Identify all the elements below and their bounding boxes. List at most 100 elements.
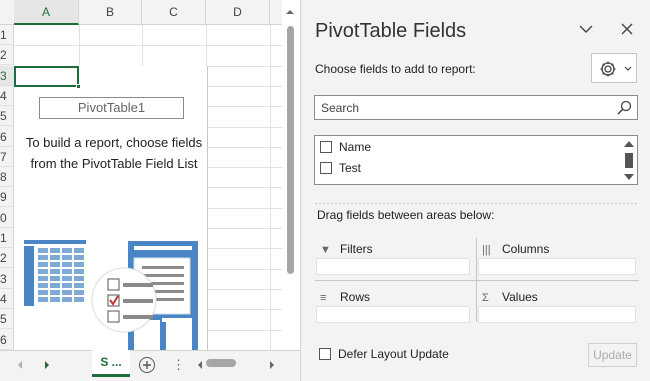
illustration-cell (38, 262, 48, 267)
illustration-cell (74, 283, 84, 288)
row-header[interactable]: 5 (0, 309, 14, 330)
row-header[interactable]: 4 (0, 289, 14, 309)
row-header[interactable]: 3 (0, 65, 14, 86)
row-header[interactable]: 8 (0, 167, 14, 188)
row-header[interactable]: 0 (0, 208, 14, 228)
defer-layout-checkbox[interactable] (319, 347, 331, 360)
tab-options-icon[interactable]: ⋮ (172, 357, 185, 373)
row-header[interactable]: 9 (0, 187, 14, 208)
search-field[interactable]: Search (314, 95, 638, 120)
illustration-cell (50, 262, 60, 267)
row-header[interactable]: 1 (0, 228, 14, 248)
horizontal-scroll-thumb[interactable] (206, 359, 236, 367)
column-header-a[interactable]: A (14, 0, 79, 25)
sheet-tab-bar: ⋮ (0, 350, 300, 381)
field-item-name[interactable]: Name (320, 137, 371, 157)
illustration-cell (62, 283, 72, 288)
rows-drop-zone[interactable] (316, 306, 470, 323)
illustration-cell (74, 269, 84, 274)
row-header[interactable]: 3 (0, 269, 14, 289)
sheet-tab-label: S (100, 355, 109, 369)
columns-drop-zone[interactable] (478, 258, 636, 275)
illustration-cell (62, 269, 72, 274)
illustration-cell (38, 297, 48, 302)
column-header-d[interactable]: D (206, 0, 270, 25)
illustration-cell (38, 290, 48, 295)
row-header[interactable]: 5 (0, 106, 14, 127)
tab-scroll-right-icon[interactable] (43, 360, 51, 370)
illustration-cell (62, 248, 72, 253)
rows-icon: ≡ (320, 292, 327, 304)
rows-area[interactable]: ≡ Rows (316, 286, 470, 326)
illustration-cell (38, 248, 48, 253)
sigma-icon: Σ (482, 292, 489, 304)
filters-drop-zone[interactable] (316, 258, 470, 275)
vertical-scroll-thumb[interactable] (287, 26, 294, 274)
illustration-cell (62, 276, 72, 281)
tools-button[interactable] (591, 53, 637, 83)
columns-label: Columns (502, 242, 550, 256)
row-header-bar: 1234567890123456 (0, 25, 14, 350)
hscroll-right-icon[interactable] (268, 360, 276, 370)
filters-label: Filters (340, 242, 373, 256)
pivot-illustration-icon (24, 240, 198, 350)
worksheet: A B C D 1234567890123456 PivotTable1 To … (0, 0, 300, 381)
grid-column-line (270, 25, 271, 350)
new-sheet-icon[interactable] (138, 356, 156, 374)
illustration-cell (38, 283, 48, 288)
illustration-cell (74, 248, 84, 253)
column-header-c[interactable]: C (142, 0, 206, 25)
rows-label: Rows (340, 290, 371, 304)
illustration-cell (50, 269, 60, 274)
sheet-tab[interactable]: S ... (92, 350, 130, 377)
drag-fields-label: Drag fields between areas below: (317, 208, 495, 222)
filter-icon: ▼ (320, 244, 331, 256)
tab-scroll-left-icon[interactable] (16, 360, 24, 370)
values-area[interactable]: Σ Values (478, 286, 636, 326)
column-header-bar: A B C D (0, 0, 282, 25)
filters-area[interactable]: ▼ Filters (316, 238, 470, 278)
close-icon[interactable] (621, 23, 633, 35)
illustration-cell (74, 255, 84, 260)
row-header[interactable]: 7 (0, 147, 14, 167)
hscroll-left-icon[interactable] (196, 360, 204, 370)
values-label: Values (502, 290, 538, 304)
defer-layout-option[interactable]: Defer Layout Update (319, 347, 449, 361)
gear-icon (600, 61, 616, 77)
illustration-cell (74, 290, 84, 295)
illustration-cell (50, 297, 60, 302)
row-header[interactable]: 6 (0, 330, 14, 350)
field-list: Name Test (314, 135, 638, 185)
field-list-scroll-icons (624, 141, 634, 180)
row-header[interactable]: 6 (0, 127, 14, 147)
illustration-cell (62, 297, 72, 302)
illustration-cell (38, 255, 48, 260)
pane-options-chevron-icon[interactable] (579, 24, 593, 34)
illustration-cell (50, 255, 60, 260)
scroll-up-icon[interactable] (284, 6, 296, 18)
illustration-cell (50, 248, 60, 253)
row-header[interactable]: 2 (0, 45, 14, 66)
illustration-cell (62, 262, 72, 267)
illustration-cell (50, 290, 60, 295)
fill-handle[interactable] (76, 84, 81, 89)
field-item-test[interactable]: Test (320, 158, 361, 178)
illustration-cell (62, 255, 72, 260)
field-label-test: Test (339, 161, 362, 175)
update-button[interactable]: Update (588, 343, 637, 367)
row-header[interactable]: 1 (0, 25, 14, 45)
field-label-name: Name (339, 140, 372, 154)
column-header-b[interactable]: B (79, 0, 142, 25)
active-cell-a3[interactable] (14, 66, 79, 87)
row-header[interactable]: 2 (0, 248, 14, 269)
field-list-scrollbar[interactable] (621, 137, 637, 183)
illustration-cell (74, 297, 84, 302)
field-checkbox-name[interactable] (320, 140, 332, 153)
row-header[interactable]: 4 (0, 86, 14, 106)
grid-row-line (14, 45, 282, 47)
search-icon[interactable] (616, 100, 632, 116)
values-drop-zone[interactable] (478, 306, 636, 323)
field-checkbox-test[interactable] (320, 161, 332, 174)
pane-title: PivotTable Fields (315, 20, 467, 42)
columns-area[interactable]: ||| Columns (478, 238, 636, 278)
